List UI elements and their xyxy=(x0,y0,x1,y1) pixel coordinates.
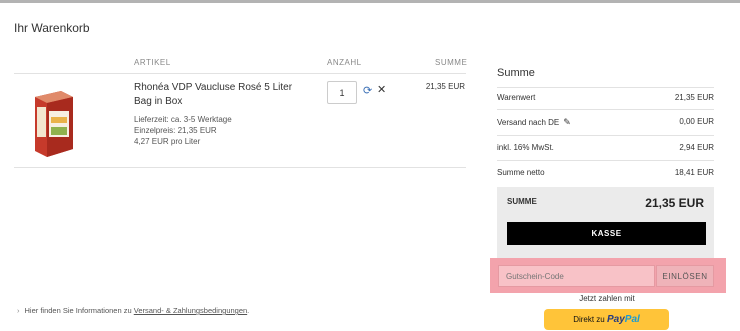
unit-price: Einzelpreis: 21,35 EUR xyxy=(134,126,217,135)
paypal-prefix: Direkt zu xyxy=(573,315,605,324)
item-divider xyxy=(14,167,466,168)
chevron-right-icon: › xyxy=(17,306,20,315)
paypal-button[interactable]: Direkt zu PayPal xyxy=(544,309,669,330)
total-value: 21,35 EUR xyxy=(645,196,704,210)
delivery-time: Lieferzeit: ca. 3-5 Werktage xyxy=(134,115,232,124)
shipping-terms-link[interactable]: Versand- & Zahlungsbedingungen xyxy=(134,306,247,315)
summary-row-net: Summe netto 18,41 EUR xyxy=(497,168,714,178)
summary-row-value: 2,94 EUR xyxy=(679,143,714,152)
column-header-article: ARTIKEL xyxy=(134,58,171,67)
summary-divider xyxy=(497,109,714,110)
summary-row-label: Versand nach DE xyxy=(497,118,560,127)
summary-row-label: Summe netto xyxy=(497,168,545,177)
summary-row-value: 0,00 EUR xyxy=(679,117,714,126)
summary-row-shipping: Versand nach DE ✎ 0,00 EUR xyxy=(497,117,714,127)
summary-divider xyxy=(497,135,714,136)
summary-row-goods-value: Warenwert 21,35 EUR xyxy=(497,93,714,103)
summary-title: Summe xyxy=(497,67,535,79)
summary-row-vat: inkl. 16% MwSt. 2,94 EUR xyxy=(497,143,714,153)
total-label: SUMME xyxy=(507,197,537,206)
column-header-sum: SUMME xyxy=(435,58,468,67)
total-box: SUMME 21,35 EUR KASSE xyxy=(497,187,714,259)
coupon-form: EINLÖSEN xyxy=(490,258,726,293)
summary-divider xyxy=(497,87,714,88)
shipping-info-note: › Hier finden Sie Informationen zu Versan… xyxy=(17,306,249,315)
refresh-icon[interactable]: ⟳ xyxy=(363,86,372,97)
summary-row-value: 21,35 EUR xyxy=(674,93,714,102)
line-total: 21,35 EUR xyxy=(425,82,465,91)
top-border xyxy=(0,0,740,3)
redeem-coupon-button[interactable]: EINLÖSEN xyxy=(656,265,714,287)
page-title: Ihr Warenkorb xyxy=(14,21,90,35)
column-header-quantity: ANZAHL xyxy=(327,58,362,67)
pencil-icon[interactable]: ✎ xyxy=(563,117,571,128)
price-per-liter: 4,27 EUR pro Liter xyxy=(134,137,201,146)
paypal-logo-pay: Pay xyxy=(606,314,625,325)
close-icon[interactable]: ✕ xyxy=(377,85,386,96)
summary-row-value: 18,41 EUR xyxy=(674,168,714,177)
header-divider xyxy=(14,73,466,74)
checkout-button[interactable]: KASSE xyxy=(507,222,706,245)
summary-row-label: Warenwert xyxy=(497,93,536,102)
summary-divider xyxy=(497,160,714,161)
product-name[interactable]: Rhonéa VDP Vaucluse Rosé 5 Liter Bag in … xyxy=(134,81,312,109)
shipping-info-suffix: . xyxy=(247,306,250,315)
summary-row-label: inkl. 16% MwSt. xyxy=(497,143,554,152)
paypal-logo-pal: Pal xyxy=(624,314,640,325)
pay-now-text: Jetzt zahlen mit xyxy=(579,294,635,303)
coupon-code-input[interactable] xyxy=(498,265,655,287)
product-image[interactable] xyxy=(31,87,75,159)
shipping-info-prefix: Hier finden Sie Informationen zu xyxy=(24,306,132,315)
quantity-input[interactable] xyxy=(327,81,357,104)
